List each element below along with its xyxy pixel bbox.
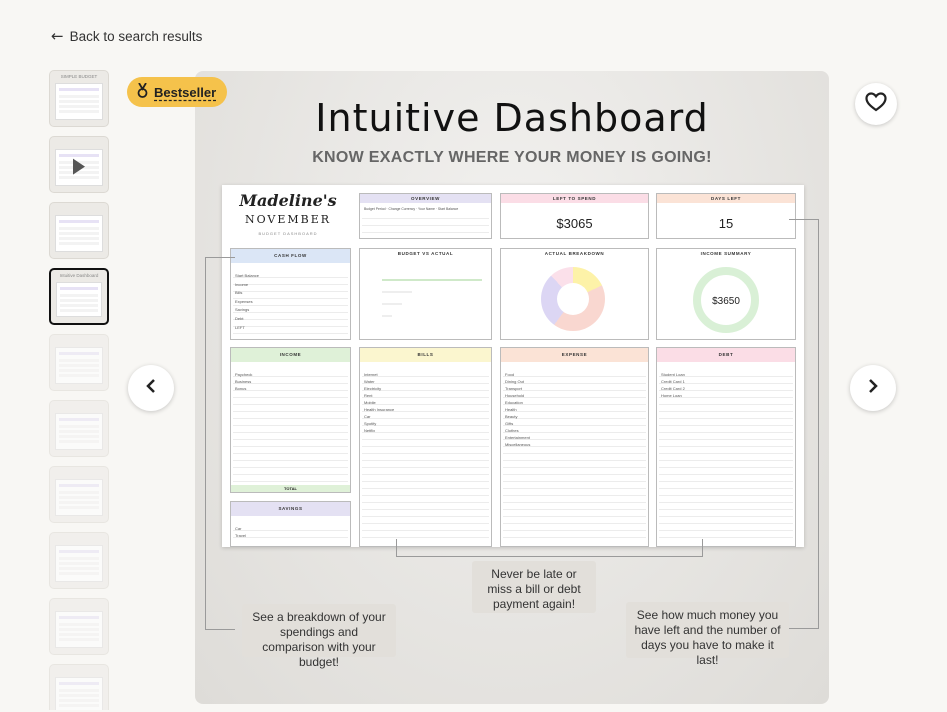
overview-rows: Budget Period · Change Currency · Your N… (364, 207, 459, 211)
callout-bills: Never be late or miss a bill or debt pay… (472, 561, 596, 613)
bills-panel: BILLS Internet Water Electricity Rent Mo… (359, 347, 492, 547)
brand-month: NOVEMBER (244, 213, 332, 226)
budget-vs-actual-title: BUDGET VS ACTUAL (397, 251, 454, 256)
thumbnail-preview (55, 479, 103, 516)
back-link[interactable]: ← Back to search results (51, 27, 202, 45)
thumbnail-3[interactable] (49, 202, 109, 259)
thumbnail-5[interactable] (49, 334, 109, 391)
callout-breakdown: See a breakdown of your spendings and co… (242, 604, 396, 669)
callout-line-right (789, 219, 819, 629)
chevron-left-icon (145, 378, 157, 399)
days-left-title: DAYS LEFT (657, 194, 795, 203)
overview-title: OVERVIEW (360, 194, 491, 203)
back-link-label: Back to search results (69, 28, 203, 44)
thumbnail-2[interactable] (49, 136, 109, 193)
debt-panel: DEBT Student Loan Credit Card 1 Credit C… (656, 347, 796, 547)
thumbnail-10[interactable] (49, 664, 109, 710)
budget-vs-actual-panel: BUDGET VS ACTUAL (359, 248, 492, 340)
bills-rows: Internet Water Electricity Rent Mobile H… (364, 372, 395, 433)
income-summary-title: INCOME SUMMARY (700, 251, 752, 256)
savings-title: SAVINGS (231, 502, 350, 516)
income-summary-panel: INCOME SUMMARY $3650 (656, 248, 796, 340)
thumbnail-preview (55, 677, 103, 710)
thumbnail-preview (55, 83, 103, 120)
thumbnail-strip: SIMPLE BUDGET Intuitive Dashboard (49, 70, 110, 710)
income-rows: Paycheck Business Bonus (235, 372, 253, 391)
days-left-panel: DAYS LEFT 15 (656, 193, 796, 239)
heart-icon (865, 91, 887, 117)
income-title: INCOME (231, 348, 350, 362)
bestseller-badge[interactable]: Bestseller (127, 77, 228, 107)
thumbnail-preview (55, 215, 103, 252)
thumbnail-6[interactable] (49, 400, 109, 457)
expense-rows: Food Dining Out Transport Household Educ… (505, 372, 531, 447)
callout-left: See how much money you have left and the… (626, 602, 789, 667)
thumbnail-9[interactable] (49, 598, 109, 655)
dashboard-sheet: Madeline's NOVEMBER BUDGET DASHBOARD OVE… (222, 185, 804, 547)
bills-title: BILLS (360, 348, 491, 362)
expense-title: EXPENSE (501, 348, 648, 362)
thumbnail-4[interactable]: Intuitive Dashboard (49, 268, 109, 325)
brand-name: Madeline's (239, 191, 337, 210)
arrow-left-icon: ← (51, 27, 64, 45)
callout-line-center (396, 539, 703, 557)
medal-icon (136, 82, 149, 101)
previous-image-button[interactable] (128, 365, 174, 411)
income-panel: INCOME Paycheck Business Bonus TOTAL (230, 347, 351, 493)
thumbnail-1[interactable]: SIMPLE BUDGET (49, 70, 109, 127)
debt-rows: Student Loan Credit Card 1 Credit Card 2… (661, 372, 685, 398)
left-to-spend-panel: LEFT TO SPEND $3065 (500, 193, 649, 239)
thumbnail-preview (55, 545, 103, 582)
left-to-spend-title: LEFT TO SPEND (501, 194, 648, 203)
cash-flow-panel: CASH FLOW Start Balance Income Bills Exp… (230, 248, 351, 340)
thumbnail-preview (55, 611, 103, 648)
play-icon (73, 158, 85, 175)
chevron-right-icon (867, 378, 879, 399)
debt-title: DEBT (657, 348, 795, 362)
income-total: TOTAL (231, 485, 350, 492)
cash-flow-rows: Start Balance Income Bills Expenses Savi… (235, 273, 260, 330)
savings-rows: Car Travel (235, 526, 246, 538)
actual-breakdown-title: ACTUAL BREAKDOWN (544, 251, 605, 256)
savings-panel: SAVINGS Car Travel (230, 501, 351, 547)
image-subtitle: KNOW EXACTLY WHERE YOUR MONEY IS GOING! (312, 149, 712, 166)
income-summary-value: $3650 (712, 296, 740, 307)
next-image-button[interactable] (850, 365, 896, 411)
thumbnail-preview (55, 347, 103, 384)
thumbnail-preview (56, 282, 102, 317)
favorite-button[interactable] (855, 83, 897, 125)
cash-flow-title: CASH FLOW (231, 249, 350, 263)
thumbnail-label: Intuitive Dashboard (59, 273, 99, 278)
thumbnail-8[interactable] (49, 532, 109, 589)
thumbnail-preview (55, 413, 103, 450)
thumbnail-label: SIMPLE BUDGET (60, 74, 98, 79)
brand-sub: BUDGET DASHBOARD (258, 231, 318, 236)
listing-image-viewer[interactable]: Intuitive Dashboard KNOW EXACTLY WHERE Y… (195, 71, 829, 704)
left-to-spend-value: $3065 (556, 216, 593, 231)
image-title: Intuitive Dashboard (315, 96, 709, 140)
actual-breakdown-panel: ACTUAL BREAKDOWN (500, 248, 649, 340)
expense-panel: EXPENSE Food Dining Out Transport Househ… (500, 347, 649, 547)
days-left-value: 15 (718, 216, 734, 231)
callout-line-left (205, 257, 235, 630)
overview-panel: OVERVIEW Budget Period · Change Currency… (359, 193, 492, 239)
thumbnail-7[interactable] (49, 466, 109, 523)
bestseller-label: Bestseller (154, 84, 217, 100)
